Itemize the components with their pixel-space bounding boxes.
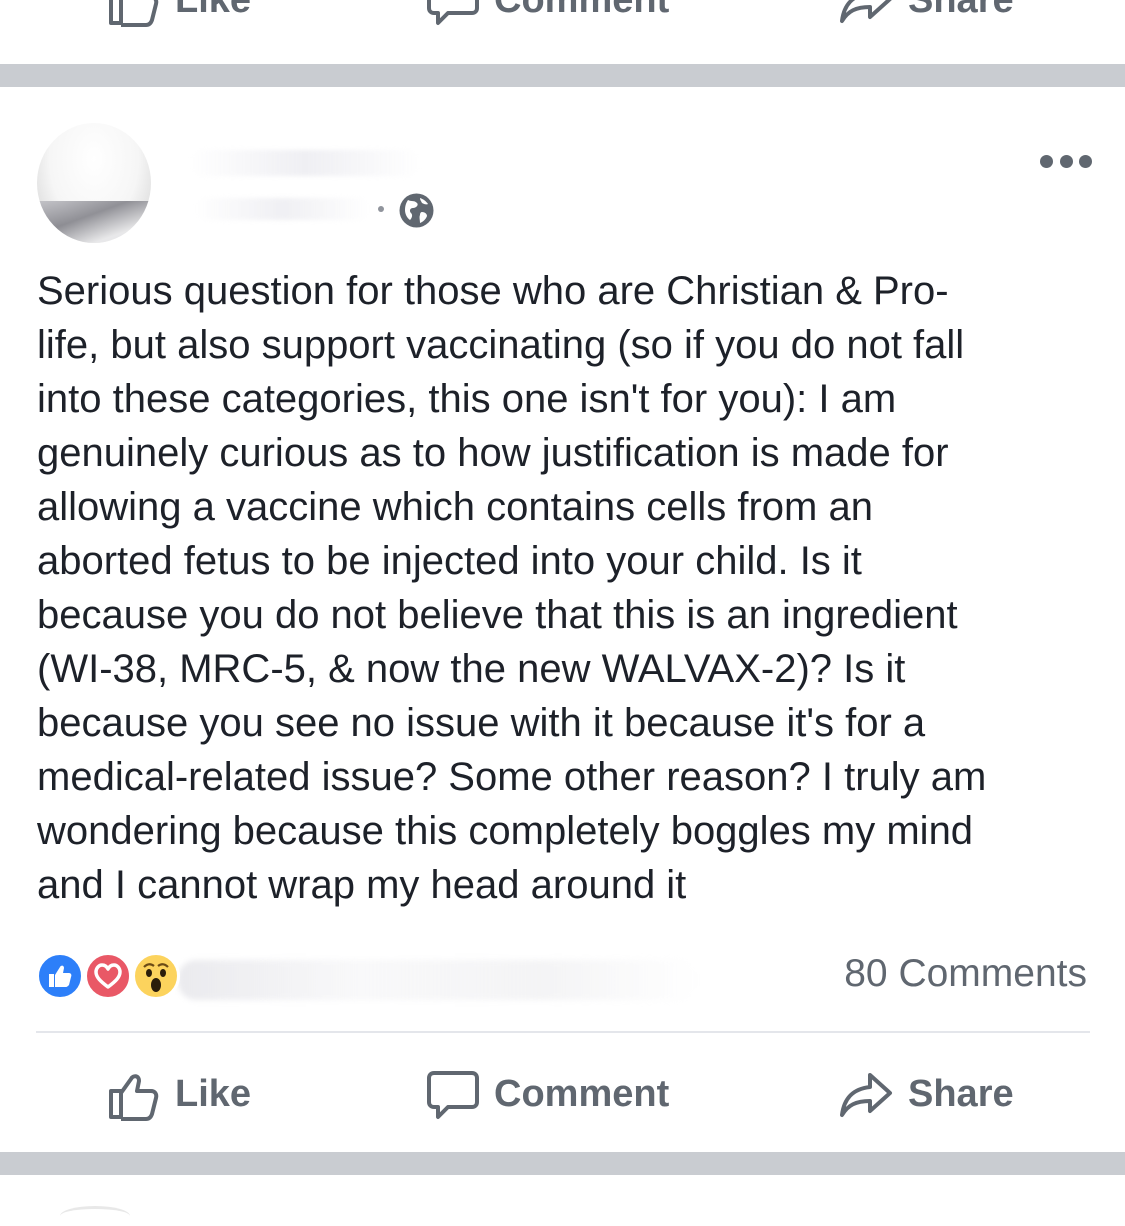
share-button[interactable]: Share (840, 1062, 1014, 1126)
post-text-line: aborted fetus to be injected into your c… (37, 539, 862, 583)
previous-like-label: Like (175, 0, 251, 22)
share-arrow-icon (840, 1073, 892, 1117)
author-name-redacted[interactable] (190, 150, 420, 176)
avatar-shading (37, 201, 151, 243)
next-post-avatar-peek (60, 1206, 130, 1226)
author-avatar[interactable] (37, 123, 151, 243)
reaction-summary[interactable] (36, 950, 196, 1000)
post-text-line: and I cannot wrap my head around it (37, 863, 687, 907)
thumbs-up-icon (109, 0, 159, 27)
comment-bubble-icon (427, 0, 479, 25)
previous-share-button[interactable]: Share (840, 0, 1014, 32)
wow-reaction-icon (132, 952, 180, 1000)
previous-share-label: Share (908, 0, 1014, 22)
thumbs-up-icon (109, 1074, 159, 1121)
feed-separator (0, 1152, 1125, 1175)
post-text-line: because you do not believe that this is … (37, 593, 958, 637)
more-dot (1059, 154, 1073, 168)
post-text-line: (WI-38, MRC-5, & now the new WALVAX-2)? … (37, 647, 906, 691)
share-label: Share (908, 1072, 1014, 1115)
post-text-line: because you see no issue with it because… (37, 701, 926, 745)
post-text-line: wondering because this completely boggle… (37, 809, 974, 853)
previous-comment-button[interactable]: Comment (426, 0, 669, 32)
love-reaction-icon (84, 952, 132, 1000)
post-text-line: Serious question for those who are Chris… (37, 269, 949, 313)
post-action-bar: Like Comment Share (0, 1062, 1125, 1126)
reaction-names-redacted[interactable] (178, 960, 698, 1000)
previous-post-action-bar: Like Comment Share (0, 0, 1125, 32)
comment-button[interactable]: Comment (426, 1062, 669, 1126)
post-text-line: medical-related issue? Some other reason… (37, 755, 987, 799)
post-text-line: life, but also support vaccinating (so i… (37, 323, 965, 367)
feed-separator (0, 64, 1125, 87)
like-reaction-icon (36, 952, 84, 1000)
share-arrow-icon (840, 0, 892, 23)
previous-like-button[interactable]: Like (107, 0, 251, 32)
like-button[interactable]: Like (107, 1062, 251, 1126)
post-text-line: genuinely curious as to how justificatio… (37, 431, 949, 475)
globe-icon (399, 193, 434, 228)
dot-separator (378, 206, 384, 212)
previous-comment-label: Comment (494, 0, 669, 22)
timestamp-redacted (195, 198, 370, 220)
reactions-divider (36, 1031, 1090, 1033)
like-label: Like (175, 1072, 252, 1115)
more-options-icon[interactable] (1040, 150, 1092, 172)
comment-count-link[interactable]: 80 Comments (844, 950, 1087, 998)
more-dot (1040, 154, 1053, 168)
post-body: Serious question for those who are Chris… (37, 264, 1097, 912)
post-text-line: into these categories, this one isn't fo… (37, 377, 897, 421)
post-text-line: allowing a vaccine which contains cells … (37, 485, 873, 529)
more-dot (1079, 154, 1092, 168)
comment-label: Comment (494, 1072, 670, 1115)
comment-bubble-icon (427, 1071, 479, 1119)
